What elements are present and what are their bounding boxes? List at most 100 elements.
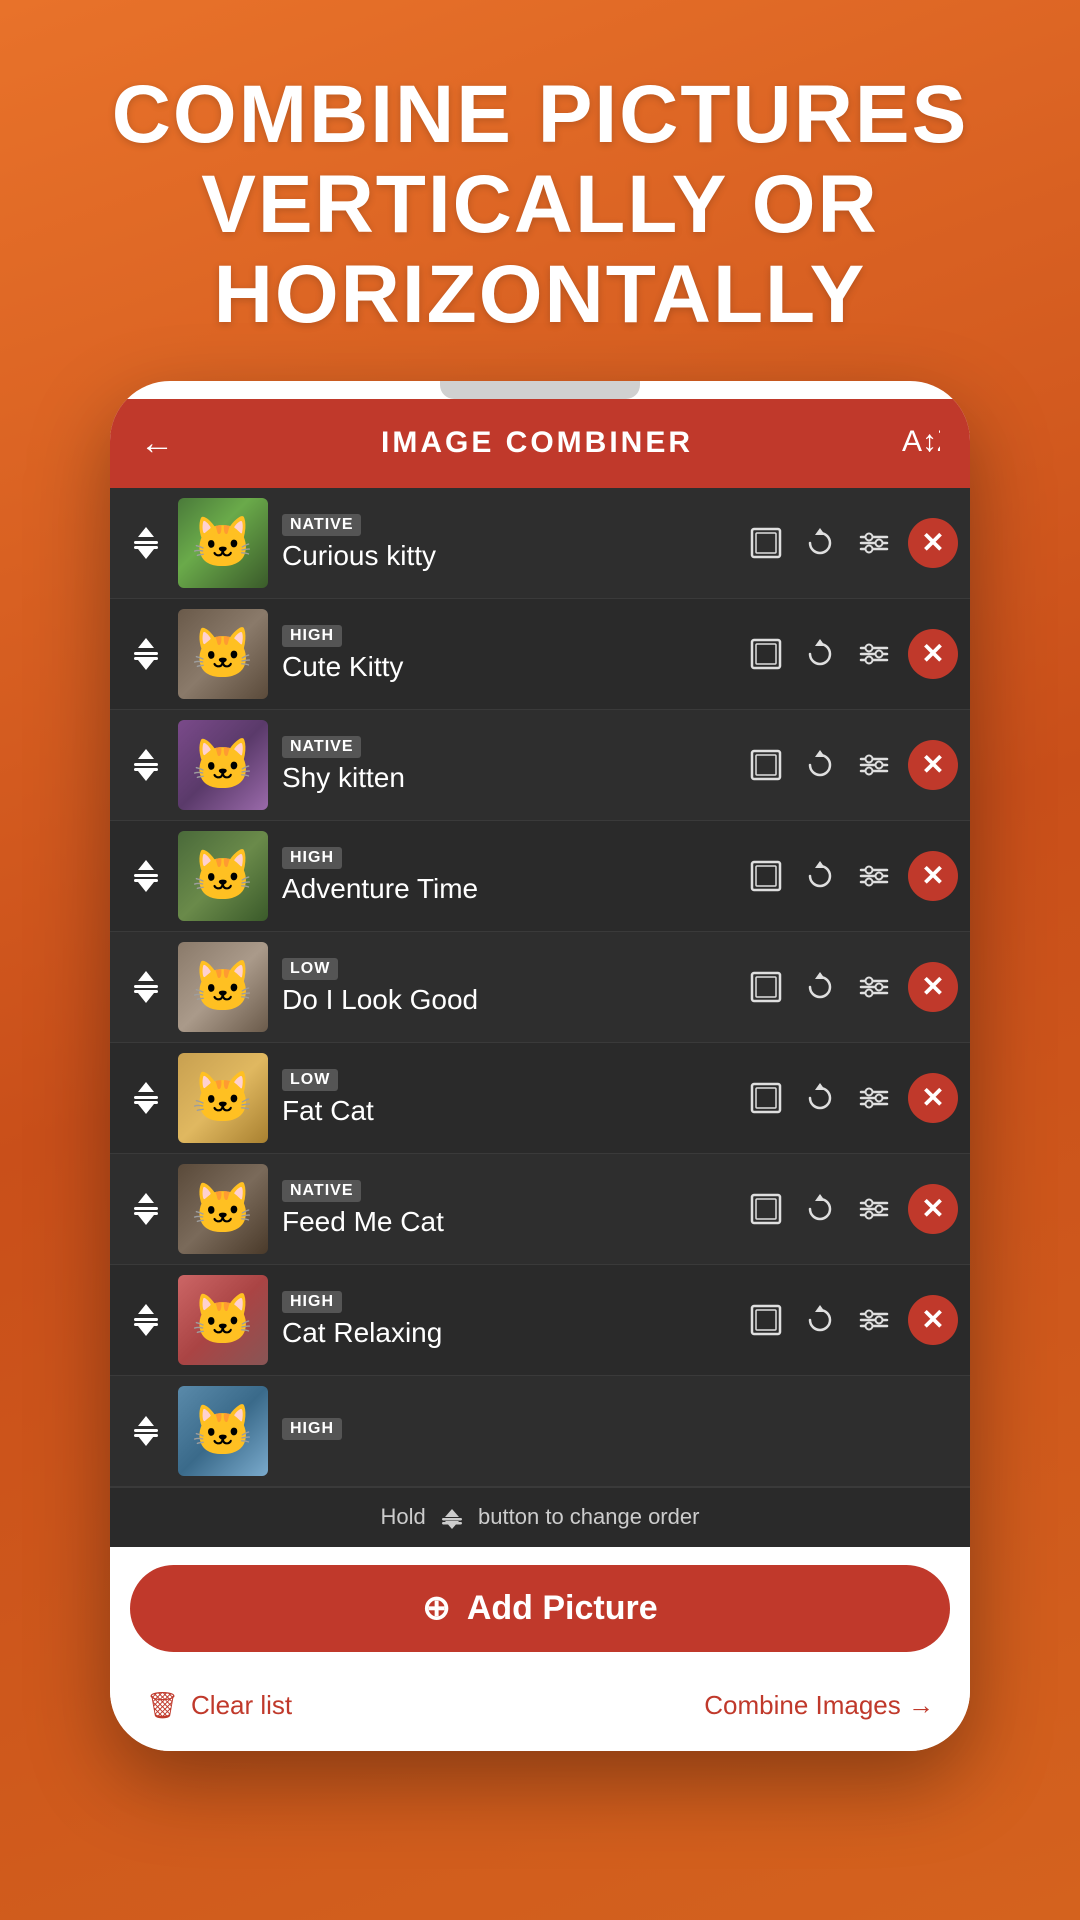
remove-icon-3: ✕ — [921, 862, 944, 890]
thumbnail-2 — [178, 720, 268, 810]
app-title: IMAGE COMBINER — [381, 426, 693, 460]
item-actions-3: ✕ — [746, 851, 958, 901]
back-button[interactable]: ← — [140, 424, 174, 463]
crop-button-6[interactable] — [746, 1189, 786, 1229]
settings-button-0[interactable] — [854, 523, 894, 563]
drag-handle-7[interactable] — [122, 1301, 170, 1339]
hero-line2: VERTICALLY OR — [112, 160, 969, 250]
rotate-button-1[interactable] — [800, 634, 840, 674]
rotate-button-6[interactable] — [800, 1189, 840, 1229]
remove-icon-0: ✕ — [921, 529, 944, 557]
quality-badge-partial: HIGH — [282, 1418, 342, 1440]
crop-button-5[interactable] — [746, 1078, 786, 1118]
remove-button-3[interactable]: ✕ — [908, 851, 958, 901]
rotate-button-7[interactable] — [800, 1300, 840, 1340]
combine-images-label: Combine Images → — [704, 1690, 934, 1721]
thumbnail-5 — [178, 1053, 268, 1143]
item-name-7: Cat Relaxing — [282, 1317, 746, 1349]
item-actions-4: ✕ — [746, 962, 958, 1012]
drag-handle-4[interactable] — [122, 968, 170, 1006]
crop-button-3[interactable] — [746, 856, 786, 896]
item-name-2: Shy kitten — [282, 762, 746, 794]
hero-line1: COMBINE PICTURES — [112, 70, 969, 160]
settings-button-6[interactable] — [854, 1189, 894, 1229]
hint-text: Hold — [381, 1504, 426, 1529]
thumbnail-3 — [178, 831, 268, 921]
list-item: LOW Do I Look Good — [110, 932, 970, 1043]
quality-badge-2: NATIVE — [282, 736, 361, 758]
thumbnail-6 — [178, 1164, 268, 1254]
settings-button-5[interactable] — [854, 1078, 894, 1118]
hint-suffix: button to change order — [478, 1504, 699, 1529]
remove-button-1[interactable]: ✕ — [908, 629, 958, 679]
trash-icon: 🗑 — [146, 1690, 179, 1721]
thumbnail-partial — [178, 1386, 268, 1476]
crop-button-2[interactable] — [746, 745, 786, 785]
crop-button-7[interactable] — [746, 1300, 786, 1340]
remove-button-4[interactable]: ✕ — [908, 962, 958, 1012]
item-info-3: HIGH Adventure Time — [282, 847, 746, 905]
remove-icon-7: ✕ — [921, 1306, 944, 1334]
settings-button-4[interactable] — [854, 967, 894, 1007]
item-info-5: LOW Fat Cat — [282, 1069, 746, 1127]
app-header: ← IMAGE COMBINER A↕Z — [110, 399, 970, 488]
item-info-6: NATIVE Feed Me Cat — [282, 1180, 746, 1238]
quality-badge-5: LOW — [282, 1069, 338, 1091]
remove-button-2[interactable]: ✕ — [908, 740, 958, 790]
rotate-button-5[interactable] — [800, 1078, 840, 1118]
quality-badge-7: HIGH — [282, 1291, 342, 1313]
thumbnail-0 — [178, 498, 268, 588]
list-item: LOW Fat Cat — [110, 1043, 970, 1154]
quality-badge-6: NATIVE — [282, 1180, 361, 1202]
item-name-4: Do I Look Good — [282, 984, 746, 1016]
sort-button[interactable]: A↕Z — [900, 419, 940, 468]
list-item: NATIVE Feed Me Cat — [110, 1154, 970, 1265]
phone-mockup: ← IMAGE COMBINER A↕Z NATIVE Curious kitt… — [110, 381, 970, 1751]
phone-notch — [440, 381, 640, 399]
drag-handle-0[interactable] — [122, 524, 170, 562]
svg-text:A↕Z: A↕Z — [902, 425, 940, 458]
item-actions-0: ✕ — [746, 518, 958, 568]
settings-button-2[interactable] — [854, 745, 894, 785]
crop-button-1[interactable] — [746, 634, 786, 674]
crop-button-4[interactable] — [746, 967, 786, 1007]
hero-line3: HORIZONTALLY — [112, 250, 969, 340]
settings-button-7[interactable] — [854, 1300, 894, 1340]
rotate-button-4[interactable] — [800, 967, 840, 1007]
remove-button-5[interactable]: ✕ — [908, 1073, 958, 1123]
remove-button-0[interactable]: ✕ — [908, 518, 958, 568]
item-info-4: LOW Do I Look Good — [282, 958, 746, 1016]
drag-handle-6[interactable] — [122, 1190, 170, 1228]
drag-handle-2[interactable] — [122, 746, 170, 784]
hero-text: COMBINE PICTURES VERTICALLY OR HORIZONTA… — [52, 0, 1029, 381]
combine-images-button[interactable]: Combine Images → — [704, 1690, 934, 1721]
drag-handle-1[interactable] — [122, 635, 170, 673]
hold-hint: Hold button to change order — [110, 1487, 970, 1547]
remove-button-7[interactable]: ✕ — [908, 1295, 958, 1345]
list-item: HIGH Adventure Time — [110, 821, 970, 932]
clear-list-button[interactable]: 🗑 Clear list — [146, 1690, 292, 1721]
rotate-button-3[interactable] — [800, 856, 840, 896]
list-item: HIGH Cat Relaxing — [110, 1265, 970, 1376]
item-actions-5: ✕ — [746, 1073, 958, 1123]
rotate-button-0[interactable] — [800, 523, 840, 563]
drag-handle-3[interactable] — [122, 857, 170, 895]
rotate-button-2[interactable] — [800, 745, 840, 785]
remove-icon-2: ✕ — [921, 751, 944, 779]
item-info-2: NATIVE Shy kitten — [282, 736, 746, 794]
settings-button-3[interactable] — [854, 856, 894, 896]
item-name-3: Adventure Time — [282, 873, 746, 905]
drag-handle-5[interactable] — [122, 1079, 170, 1117]
item-actions-7: ✕ — [746, 1295, 958, 1345]
crop-button-0[interactable] — [746, 523, 786, 563]
remove-button-6[interactable]: ✕ — [908, 1184, 958, 1234]
drag-handle-partial[interactable] — [122, 1412, 170, 1450]
add-plus-icon: ⊕ — [422, 1591, 451, 1625]
thumbnail-1 — [178, 609, 268, 699]
add-picture-label: Add Picture — [467, 1589, 658, 1628]
add-picture-button[interactable]: ⊕ Add Picture — [130, 1565, 950, 1652]
remove-icon-4: ✕ — [921, 973, 944, 1001]
settings-button-1[interactable] — [854, 634, 894, 674]
item-name-1: Cute Kitty — [282, 651, 746, 683]
item-info-0: NATIVE Curious kitty — [282, 514, 746, 572]
